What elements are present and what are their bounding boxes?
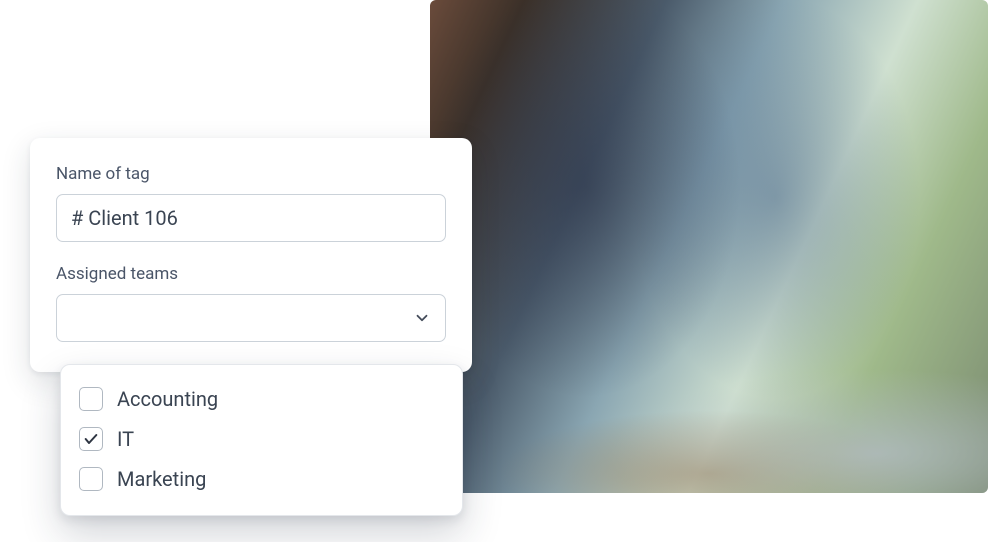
chevron-down-icon — [413, 309, 431, 327]
team-option-label: IT — [117, 427, 134, 451]
teams-dropdown: Accounting IT Marketing — [60, 364, 463, 516]
team-option-accounting[interactable]: Accounting — [79, 379, 444, 419]
checkbox-icon[interactable] — [79, 467, 103, 491]
tag-form-card: Name of tag Assigned teams — [30, 138, 472, 372]
team-option-label: Marketing — [117, 467, 206, 491]
team-option-label: Accounting — [117, 387, 218, 411]
team-option-it[interactable]: IT — [79, 419, 444, 459]
team-option-marketing[interactable]: Marketing — [79, 459, 444, 499]
checkbox-icon[interactable] — [79, 427, 103, 451]
assigned-teams-select[interactable] — [56, 294, 446, 342]
checkbox-icon[interactable] — [79, 387, 103, 411]
assigned-teams-label: Assigned teams — [56, 264, 446, 284]
tag-name-label: Name of tag — [56, 164, 446, 184]
background-photo — [430, 0, 988, 493]
tag-name-input[interactable] — [56, 194, 446, 242]
